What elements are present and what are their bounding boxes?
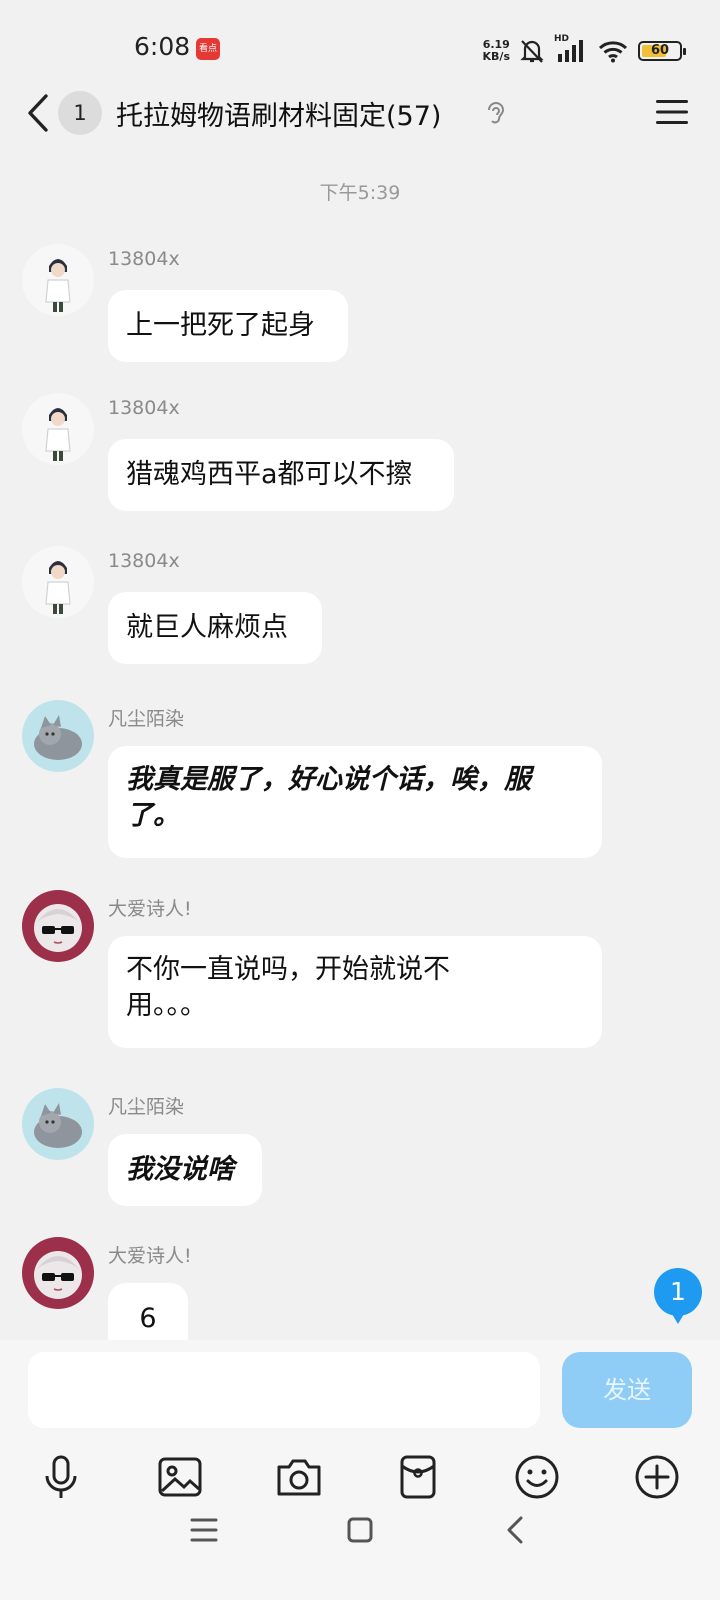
emoji-icon[interactable] xyxy=(512,1452,562,1502)
new-message-badge[interactable]: 1 xyxy=(654,1268,702,1324)
recent-apps-icon[interactable] xyxy=(184,1510,224,1550)
message-input[interactable] xyxy=(28,1352,540,1428)
home-icon[interactable] xyxy=(340,1510,380,1550)
microphone-icon[interactable] xyxy=(36,1452,86,1502)
battery-icon: 60 xyxy=(638,41,686,61)
hamburger-menu-icon[interactable] xyxy=(654,96,690,128)
message-bubble[interactable]: 猎魂鸡西平a都可以不擦 xyxy=(108,439,454,511)
plus-icon[interactable] xyxy=(632,1452,682,1502)
doctor-avatar[interactable] xyxy=(22,546,94,618)
camera-icon[interactable] xyxy=(274,1452,324,1502)
hd-label: HD xyxy=(554,34,570,44)
anime-girl-avatar[interactable] xyxy=(22,1237,94,1309)
image-icon[interactable] xyxy=(155,1452,205,1502)
message-bubble[interactable]: 就巨人麻烦点 xyxy=(108,592,322,664)
battery-cap xyxy=(683,48,686,55)
message-bubble[interactable]: 不你一直说吗，开始就说不用。。。 xyxy=(108,936,602,1048)
ear-icon[interactable] xyxy=(484,100,508,128)
sender-name: 13804x xyxy=(108,550,180,572)
sender-name: 大爱诗人! xyxy=(108,1245,192,1267)
message-text: 不你一直说吗，开始就说不用。。。 xyxy=(126,954,450,1021)
message-bubble[interactable]: 我真是服了，好心说个话，唉，服了。 xyxy=(108,746,602,858)
anime-girl-avatar[interactable] xyxy=(22,890,94,962)
network-speed: 6.19 KB/s xyxy=(483,39,510,63)
red-packet-icon[interactable] xyxy=(393,1452,443,1502)
doctor-avatar[interactable] xyxy=(22,244,94,316)
sender-name: 凡尘陌染 xyxy=(108,708,185,730)
mute-bell-icon xyxy=(520,40,544,63)
wifi-icon xyxy=(598,41,628,63)
cat-avatar[interactable] xyxy=(22,700,94,772)
chat-screen: 6:08 看点 6.19 KB/s HD 60 1 托拉姆物语刷材料固定(57)… xyxy=(0,0,720,1600)
back-icon[interactable] xyxy=(496,1510,536,1550)
status-time: 6:08 xyxy=(134,32,191,61)
send-button[interactable]: 发送 xyxy=(562,1352,692,1428)
message-bubble[interactable]: 上一把死了起身 xyxy=(108,290,348,362)
sender-name: 13804x xyxy=(108,248,180,270)
doctor-avatar[interactable] xyxy=(22,393,94,465)
battery-percent: 60 xyxy=(650,43,670,58)
chevron-left-icon[interactable] xyxy=(22,90,56,136)
system-nav-bar xyxy=(0,1510,720,1600)
status-icons: 6.19 KB/s HD 60 xyxy=(483,34,686,66)
chat-title[interactable]: 托拉姆物语刷材料固定(57) xyxy=(116,94,441,133)
unread-count-badge[interactable]: 1 xyxy=(58,91,102,135)
network-speed-unit: KB/s xyxy=(482,50,510,63)
sender-name: 13804x xyxy=(108,397,180,419)
time-divider: 下午5:39 xyxy=(319,182,401,204)
sender-name: 大爱诗人! xyxy=(108,898,192,920)
chat-header: 1 托拉姆物语刷材料固定(57) xyxy=(0,80,720,146)
sender-name: 凡尘陌染 xyxy=(108,1096,185,1118)
message-bubble[interactable]: 我没说啥 xyxy=(108,1134,262,1206)
cat-avatar[interactable] xyxy=(22,1088,94,1160)
app-notification-icon: 看点 xyxy=(196,38,220,60)
signal-icon: HD xyxy=(554,34,588,64)
